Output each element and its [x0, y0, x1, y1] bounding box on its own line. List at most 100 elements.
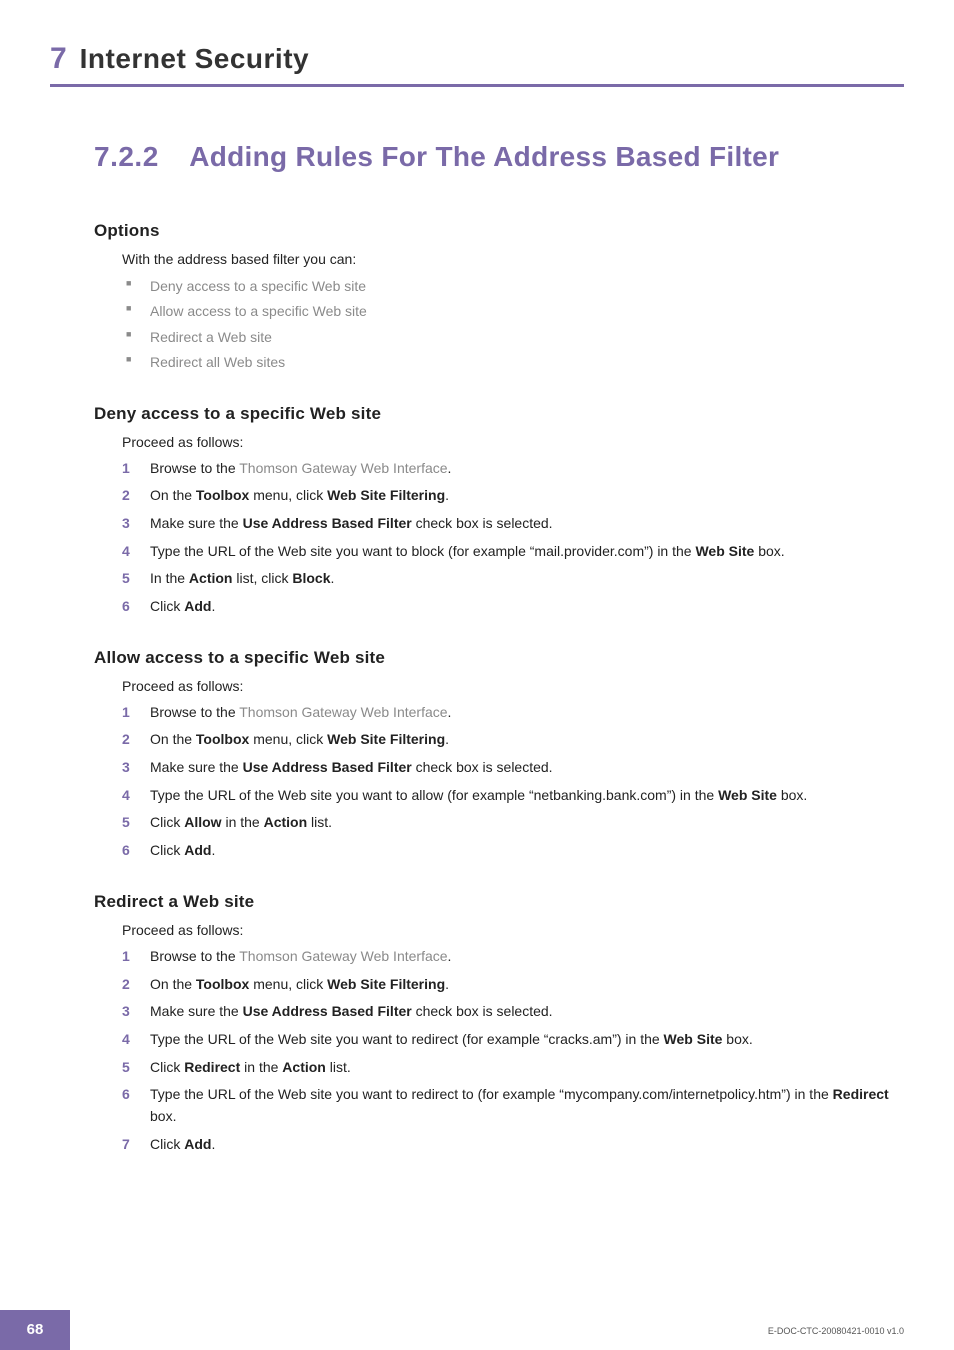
list-item: Allow access to a specific Web site	[122, 300, 904, 322]
step-item: 5Click Allow in the Action list.	[122, 812, 904, 834]
step-text: Type the URL of the Web site you want to…	[150, 1031, 664, 1047]
bold-text: Web Site Filtering	[327, 487, 445, 503]
step-number: 2	[122, 485, 140, 507]
step-number: 3	[122, 1001, 140, 1023]
redirect-heading: Redirect a Web site	[94, 892, 904, 912]
list-item: Redirect a Web site	[122, 326, 904, 348]
step-text: On the	[150, 731, 196, 747]
options-intro: With the address based filter you can:	[122, 251, 904, 267]
step-item: 4Type the URL of the Web site you want t…	[122, 541, 904, 563]
options-heading: Options	[94, 221, 904, 241]
step-text: check box is selected.	[412, 515, 553, 531]
bold-text: Add	[184, 1136, 211, 1152]
link-thomson-gateway[interactable]: Thomson Gateway Web Interface	[239, 704, 447, 720]
bold-text: Use Address Based Filter	[243, 515, 412, 531]
options-list: Deny access to a specific Web site Allow…	[122, 275, 904, 374]
step-item: 3Make sure the Use Address Based Filter …	[122, 757, 904, 779]
bold-text: Web Site	[718, 787, 777, 803]
step-text: Type the URL of the Web site you want to…	[150, 1086, 833, 1102]
step-text: Browse to the	[150, 948, 239, 964]
step-item: 4Type the URL of the Web site you want t…	[122, 785, 904, 807]
bold-text: Web Site Filtering	[327, 731, 445, 747]
step-item: 1 Browse to the Thomson Gateway Web Inter…	[122, 946, 904, 968]
bold-text: Action	[189, 570, 233, 586]
step-text: list.	[307, 814, 332, 830]
link-thomson-gateway[interactable]: Thomson Gateway Web Interface	[239, 948, 447, 964]
step-text: Click	[150, 1136, 184, 1152]
bold-text: Use Address Based Filter	[243, 759, 412, 775]
step-text: box.	[754, 543, 784, 559]
step-text: .	[211, 1136, 215, 1152]
step-text: .	[448, 460, 452, 476]
chapter-title: Internet Security	[80, 43, 309, 75]
redirect-intro: Proceed as follows:	[122, 922, 904, 938]
step-number: 7	[122, 1134, 140, 1156]
step-text: check box is selected.	[412, 1003, 553, 1019]
step-item: 2On the Toolbox menu, click Web Site Fil…	[122, 974, 904, 996]
list-item: Deny access to a specific Web site	[122, 275, 904, 297]
allow-steps: 1 Browse to the Thomson Gateway Web Inter…	[122, 702, 904, 862]
chapter-number: 7	[50, 42, 67, 76]
step-text: Browse to the	[150, 460, 239, 476]
step-item: 6Click Add.	[122, 840, 904, 862]
step-text: .	[331, 570, 335, 586]
page-footer: 68 E-DOC-CTC-20080421-0010 v1.0	[0, 1310, 954, 1350]
step-number: 1	[122, 702, 140, 724]
step-item: 6Click Add.	[122, 596, 904, 618]
step-item: 1 Browse to the Thomson Gateway Web Inter…	[122, 702, 904, 724]
bold-text: Toolbox	[196, 731, 249, 747]
step-number: 3	[122, 757, 140, 779]
step-number: 4	[122, 541, 140, 563]
step-text: Type the URL of the Web site you want to…	[150, 787, 718, 803]
step-number: 5	[122, 568, 140, 590]
step-text: .	[445, 731, 449, 747]
step-text: in the	[240, 1059, 282, 1075]
step-text: .	[445, 976, 449, 992]
page-number: 68	[0, 1310, 70, 1350]
step-text: list.	[326, 1059, 351, 1075]
step-text: in the	[222, 814, 264, 830]
document-id: E-DOC-CTC-20080421-0010 v1.0	[768, 1326, 904, 1336]
step-text: In the	[150, 570, 189, 586]
section-title: 7.2.2 Adding Rules For The Address Based…	[94, 141, 904, 173]
step-text: Click	[150, 598, 184, 614]
bold-text: Add	[184, 598, 211, 614]
redirect-steps: 1 Browse to the Thomson Gateway Web Inter…	[122, 946, 904, 1156]
step-text: check box is selected.	[412, 759, 553, 775]
step-item: 7 Click Add.	[122, 1134, 904, 1156]
step-item: 6Type the URL of the Web site you want t…	[122, 1084, 904, 1127]
step-text: Make sure the	[150, 515, 243, 531]
step-number: 3	[122, 513, 140, 535]
deny-steps: 1 Browse to the Thomson Gateway Web Inter…	[122, 458, 904, 618]
step-number: 5	[122, 1057, 140, 1079]
bold-text: Web Site	[695, 543, 754, 559]
step-text: .	[448, 948, 452, 964]
step-text: Click	[150, 1059, 184, 1075]
step-item: 5In the Action list, click Block.	[122, 568, 904, 590]
step-text: .	[211, 842, 215, 858]
step-number: 4	[122, 1029, 140, 1051]
step-text: .	[445, 487, 449, 503]
bold-text: Toolbox	[196, 487, 249, 503]
step-item: 2 On the Toolbox menu, click Web Site Fil…	[122, 729, 904, 751]
step-text: Browse to the	[150, 704, 239, 720]
step-text: menu, click	[249, 487, 327, 503]
link-thomson-gateway[interactable]: Thomson Gateway Web Interface	[239, 460, 447, 476]
step-text: On the	[150, 487, 196, 503]
section-number: 7.2.2	[94, 141, 159, 173]
bold-text: Add	[184, 842, 211, 858]
step-number: 2	[122, 974, 140, 996]
deny-intro: Proceed as follows:	[122, 434, 904, 450]
step-text: Click	[150, 814, 184, 830]
step-text: On the	[150, 976, 196, 992]
bold-text: Use Address Based Filter	[243, 1003, 412, 1019]
step-text: menu, click	[249, 731, 327, 747]
allow-heading: Allow access to a specific Web site	[94, 648, 904, 668]
step-number: 1	[122, 946, 140, 968]
list-item: Redirect all Web sites	[122, 351, 904, 373]
step-number: 1	[122, 458, 140, 480]
step-text: Make sure the	[150, 759, 243, 775]
bold-text: Action	[264, 814, 308, 830]
step-item: 3Make sure the Use Address Based Filter …	[122, 513, 904, 535]
step-number: 2	[122, 729, 140, 751]
